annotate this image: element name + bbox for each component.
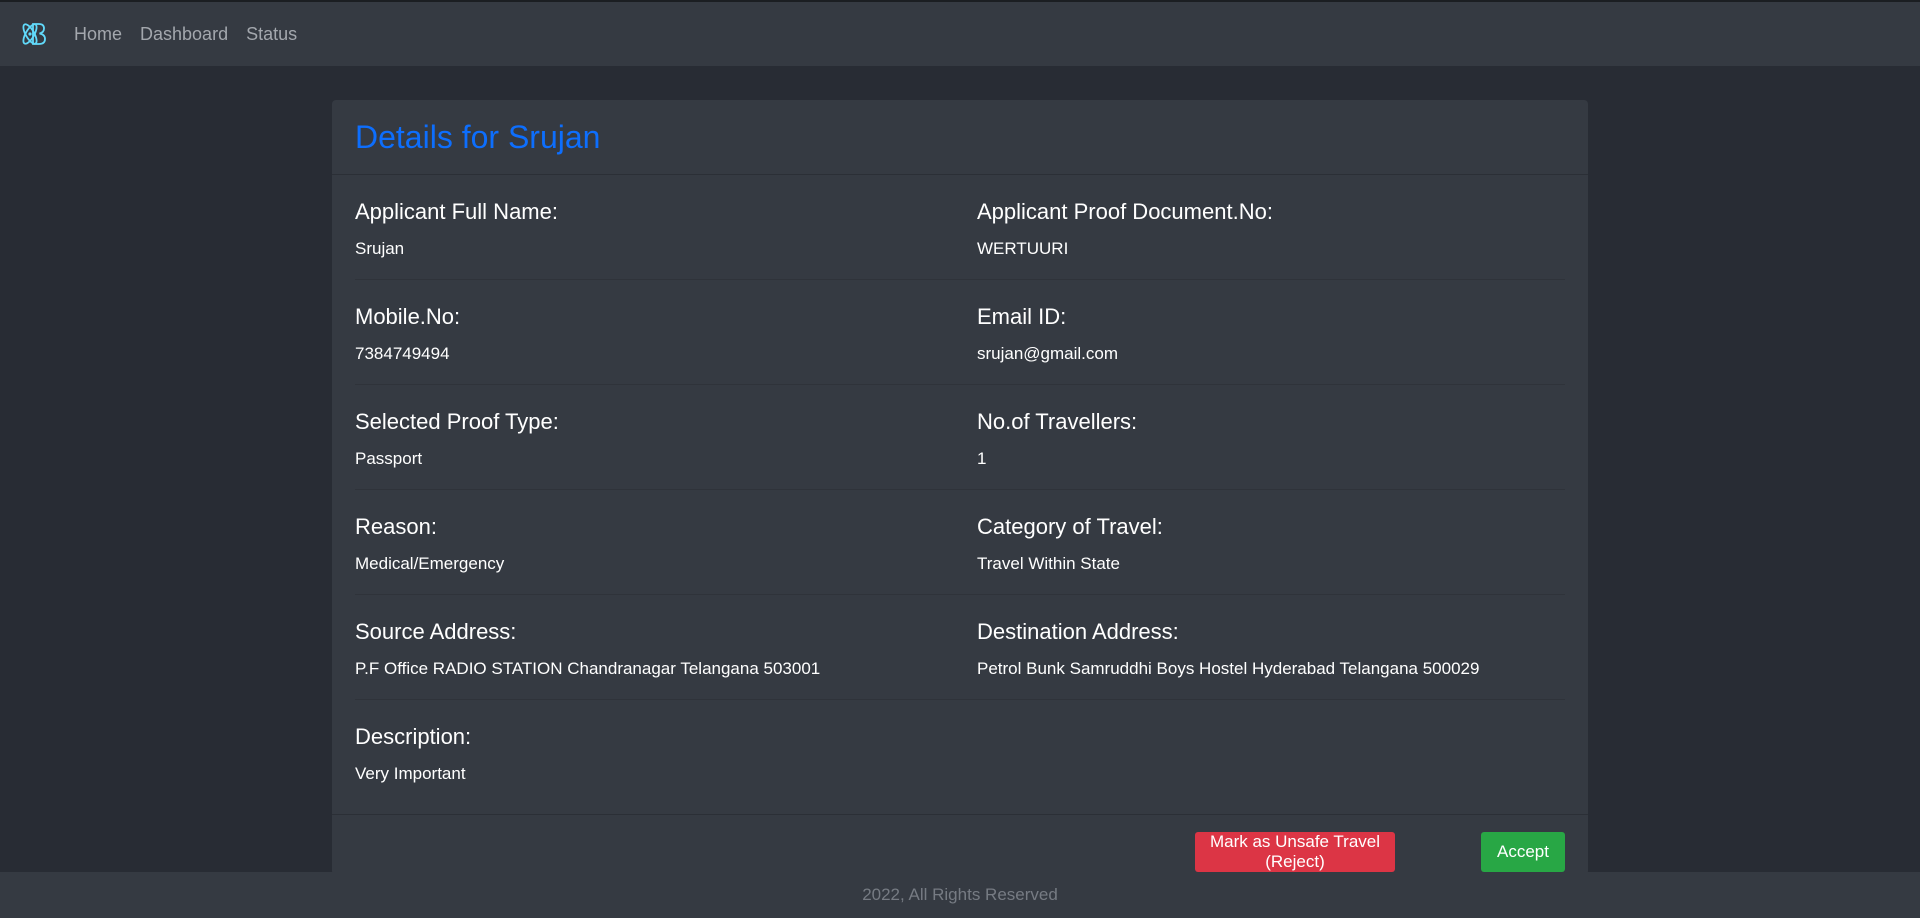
applicant-name-field: Applicant Full Name: Srujan <box>355 175 977 279</box>
field-label: Category of Travel: <box>977 514 1163 539</box>
field-label: Source Address: <box>355 619 517 644</box>
details-card: Details for Srujan Applicant Full Name: … <box>332 100 1588 875</box>
card-header: Details for Srujan <box>332 100 1588 175</box>
email-field: Email ID: srujan@gmail.com <box>977 280 1565 384</box>
field-value: WERTUURI <box>977 239 1069 258</box>
field-label: Applicant Full Name: <box>355 199 558 224</box>
reject-button[interactable]: Mark as Unsafe Travel (Reject) <box>1195 832 1395 872</box>
field-value: Petrol Bunk Samruddhi Boys Hostel Hydera… <box>977 659 1480 678</box>
field-label: Description: <box>355 724 472 749</box>
field-value: Travel Within State <box>977 554 1120 573</box>
mobile-number-field: Mobile.No: 7384749494 <box>355 280 977 384</box>
travel-category-field: Category of Travel: Travel Within State <box>977 490 1565 594</box>
field-value: Medical/Emergency <box>355 554 505 573</box>
reason-field: Reason: Medical/Emergency <box>355 490 977 594</box>
source-address-field: Source Address: P.F Office RADIO STATION… <box>355 595 977 699</box>
details-list: Applicant Full Name: Srujan Applicant Pr… <box>332 175 1588 805</box>
card-actions: Mark as Unsafe Travel (Reject) Accept <box>332 814 1588 875</box>
detail-row: Applicant Full Name: Srujan Applicant Pr… <box>355 175 1565 280</box>
field-value: Srujan <box>355 239 405 258</box>
detail-row: Description: Very Important <box>355 700 1565 805</box>
field-value: 7384749494 <box>355 344 450 363</box>
nav-link-home[interactable]: Home <box>74 24 122 45</box>
field-value: 1 <box>977 449 987 468</box>
detail-row: Source Address: P.F Office RADIO STATION… <box>355 595 1565 700</box>
destination-address-field: Destination Address: Petrol Bunk Samrudd… <box>977 595 1565 699</box>
accept-button[interactable]: Accept <box>1481 832 1565 872</box>
copyright-text: 2022, All Rights Reserved <box>862 885 1058 904</box>
detail-row: Reason: Medical/Emergency Category of Tr… <box>355 490 1565 595</box>
page-footer: 2022, All Rights Reserved <box>0 872 1920 918</box>
top-navbar: Home Dashboard Status <box>0 0 1920 66</box>
field-value: srujan@gmail.com <box>977 344 1119 363</box>
proof-type-field: Selected Proof Type: Passport <box>355 385 977 489</box>
field-label: Destination Address: <box>977 619 1179 644</box>
page-title: Details for Srujan <box>355 118 601 155</box>
field-value: Passport <box>355 449 423 468</box>
field-label: Selected Proof Type: <box>355 409 559 434</box>
description-field: Description: Very Important <box>355 700 977 805</box>
field-label: Reason: <box>355 514 437 539</box>
field-label: Mobile.No: <box>355 304 461 329</box>
detail-row: Mobile.No: 7384749494 Email ID: srujan@g… <box>355 280 1565 385</box>
proof-document-number-field: Applicant Proof Document.No: WERTUURI <box>977 175 1565 279</box>
detail-row: Selected Proof Type: Passport No.of Trav… <box>355 385 1565 490</box>
nav-link-status[interactable]: Status <box>246 24 297 45</box>
react-logo-icon[interactable] <box>16 17 50 51</box>
field-label: No.of Travellers: <box>977 409 1138 434</box>
travellers-count-field: No.of Travellers: 1 <box>977 385 1565 489</box>
field-label: Email ID: <box>977 304 1067 329</box>
nav-link-dashboard[interactable]: Dashboard <box>140 24 228 45</box>
field-label: Applicant Proof Document.No: <box>977 199 1273 224</box>
field-value: P.F Office RADIO STATION Chandranagar Te… <box>355 659 821 678</box>
field-value: Very Important <box>355 764 466 783</box>
